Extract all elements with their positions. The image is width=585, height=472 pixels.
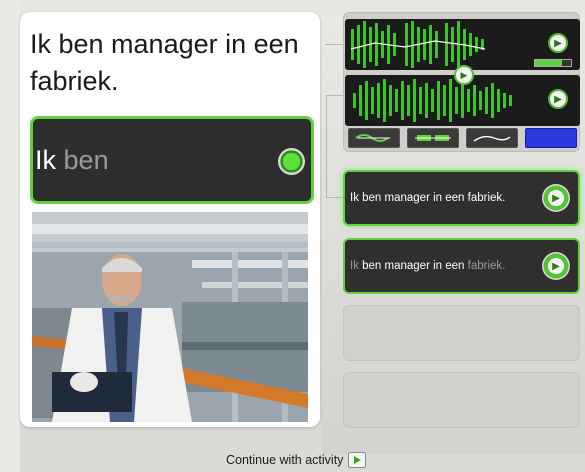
empty-recording-slot xyxy=(343,305,580,361)
speaker-icon[interactable]: ▶ xyxy=(542,252,570,280)
volume-level-fill xyxy=(535,60,562,66)
phrase-part: ben manager in een xyxy=(362,260,468,272)
phrase-text: Ik ben manager in een fabriek. xyxy=(350,192,506,204)
speech-recognition-box[interactable]: Ik ben xyxy=(30,116,314,204)
phrase-card-native[interactable]: Ik ben manager in een fabriek. ▶ xyxy=(343,170,580,226)
factory-manager-photo xyxy=(32,212,308,422)
phrase-card-user[interactable]: Ik ben manager in een fabriek. ▶ xyxy=(343,238,580,294)
continue-label: Continue with activity xyxy=(226,453,344,467)
volume-level-meter xyxy=(534,59,572,67)
phrase-text-recognized: Ik ben manager in een fabriek. xyxy=(350,260,505,272)
continue-activity-link[interactable]: Continue with activity xyxy=(226,452,367,468)
pitch-mode-icon xyxy=(415,135,451,141)
speaker-icon[interactable]: ▶ xyxy=(548,33,568,53)
microphone-icon[interactable] xyxy=(278,148,305,175)
phrase-part: fabriek. xyxy=(467,260,506,272)
speech-progress-text: Ik ben xyxy=(35,145,109,176)
curve-mode-button[interactable] xyxy=(466,128,518,148)
spoken-words: Ik xyxy=(35,145,57,175)
connector-vertical xyxy=(326,95,343,198)
curve-mode-icon xyxy=(473,135,511,142)
remaining-words: ben xyxy=(63,145,109,175)
waveform-mode-selector xyxy=(348,128,578,148)
pitch-mode-button[interactable] xyxy=(407,128,459,148)
empty-recording-slot xyxy=(343,372,580,428)
waveform-panel: ▶ ▶ ▶ xyxy=(343,12,580,152)
wave-mode-button[interactable] xyxy=(348,128,400,148)
speaker-icon[interactable]: ▶ xyxy=(542,184,570,212)
spectrogram-mode-button[interactable] xyxy=(525,128,577,148)
background-left-edge xyxy=(0,0,20,472)
native-waveform[interactable]: ▶ xyxy=(345,19,580,70)
wave-mode-icon xyxy=(355,134,390,142)
phrase-part: Ik xyxy=(350,260,363,272)
speaker-icon[interactable]: ▶ xyxy=(548,89,568,109)
play-icon[interactable] xyxy=(348,452,367,468)
playback-scrubber-icon[interactable]: ▶ xyxy=(454,65,474,85)
target-sentence: Ik ben manager in een fabriek. xyxy=(30,29,299,96)
lesson-card: Ik ben manager in een fabriek. Ik ben xyxy=(20,12,320,427)
lesson-photo xyxy=(32,212,308,422)
connector-top xyxy=(325,44,343,45)
